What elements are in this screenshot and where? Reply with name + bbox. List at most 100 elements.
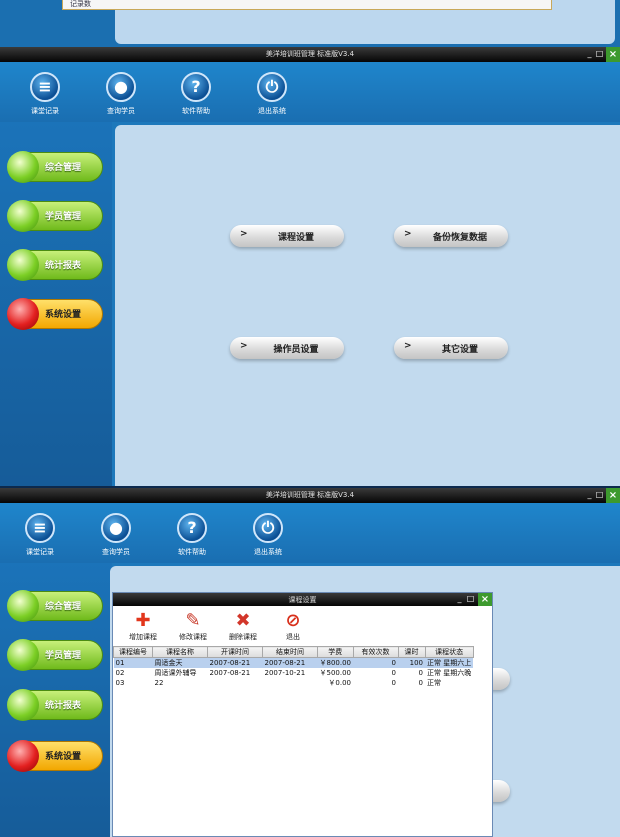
column-header[interactable]: 课时	[397, 646, 426, 658]
close-icon[interactable]: ×	[606, 47, 620, 62]
dialog-toolbar: ✚ 增加课程 ✎ 修改课程 ✖ 删除课程 ⊘ 退出	[113, 606, 492, 646]
document-icon: ≡	[30, 72, 60, 102]
maximize-icon[interactable]: □	[595, 49, 604, 59]
course-settings-dialog: 课程设置 _ □ × ✚ 增加课程 ✎ 修改课程 ✖ 删除课程 ⊘ 退出 课程编…	[112, 592, 493, 837]
table-cell: ￥800.00	[317, 657, 353, 668]
toolbar-class-records[interactable]: ≡ 课堂记录	[5, 513, 75, 557]
table-cell: 0	[418, 679, 423, 687]
course-settings-button[interactable]: > 课程设置	[230, 225, 344, 247]
stop-icon: ⊘	[285, 610, 301, 631]
title-bar: 美洋培训班管理 标准版V3.4 _ □ ×	[0, 488, 620, 503]
table-cell: 2007-08-21	[207, 657, 263, 668]
table-row[interactable]: 03 22 ￥0.00 0 0 正常	[114, 678, 474, 688]
tool-label: 增加课程	[129, 633, 157, 641]
window-title: 美洋培训班管理 标准版V3.4	[265, 50, 355, 58]
exit-dialog-button[interactable]: ⊘ 退出	[271, 610, 315, 642]
arrow-icon: >	[404, 341, 412, 351]
backup-restore-button[interactable]: > 备份恢复数据	[394, 225, 508, 247]
column-header[interactable]: 课程编号	[113, 646, 153, 658]
delete-course-button[interactable]: ✖ 删除课程	[221, 610, 265, 642]
person-icon: ●	[101, 513, 131, 543]
toolbar-exit[interactable]: ⏻ 退出系统	[233, 513, 303, 557]
toolbar: ≡ 课堂记录 ● 查询学员 ? 软件帮助 ⏻ 退出系统	[0, 62, 620, 122]
toolbar-label: 查询学员	[107, 107, 135, 115]
minimize-icon[interactable]: _	[585, 490, 594, 500]
main-window-settings: 美洋培训班管理 标准版V3.4 _ □ × ≡ 课堂记录 ● 查询学员 ? 软件…	[0, 47, 620, 486]
other-settings-button[interactable]: > 其它设置	[394, 337, 508, 359]
table-cell: 01	[113, 657, 153, 668]
nav-general-management[interactable]: 综合管理	[7, 151, 103, 183]
green-ball-icon	[7, 590, 39, 622]
nav-statistics[interactable]: 统计报表	[7, 689, 103, 721]
plus-icon: ✚	[135, 610, 151, 631]
column-header[interactable]: 结束时间	[262, 646, 318, 658]
nav-general-management[interactable]: 综合管理	[7, 590, 103, 622]
nav-label: 学员管理	[45, 212, 82, 222]
toolbar-exit[interactable]: ⏻ 退出系统	[237, 72, 307, 116]
green-ball-icon	[7, 200, 39, 232]
nav-student-management[interactable]: 学员管理	[7, 639, 103, 671]
toolbar-label: 退出系统	[258, 107, 286, 115]
previous-status-text: 记录数	[70, 0, 91, 8]
nav-label: 系统设置	[45, 752, 82, 762]
table-cell: 0	[391, 669, 396, 677]
window-title: 美洋培训班管理 标准版V3.4	[265, 491, 355, 499]
nav-label: 系统设置	[45, 310, 82, 320]
toolbar-help[interactable]: ? 软件帮助	[161, 72, 231, 116]
table-cell: 2007-08-21	[262, 657, 318, 668]
table-cell: 正常	[427, 679, 441, 687]
table-row[interactable]: 01 周适金天 2007-08-21 2007-08-21 ￥800.00 0 …	[113, 657, 474, 668]
toolbar-label: 软件帮助	[182, 107, 210, 115]
table-cell: 0	[391, 679, 396, 687]
settings-panel: > 课程设置 > 备份恢复数据 > 操作员设置 > 其它设置	[115, 125, 620, 486]
column-header[interactable]: 课程状态	[424, 646, 474, 658]
edit-course-button[interactable]: ✎ 修改课程	[171, 610, 215, 642]
table-cell: 100	[398, 657, 425, 668]
sidebar: 综合管理 学员管理 统计报表 系统设置	[0, 563, 112, 837]
nav-student-management[interactable]: 学员管理	[7, 200, 103, 232]
nav-system-settings[interactable]: 系统设置	[7, 740, 103, 772]
toolbar-class-records[interactable]: ≡ 课堂记录	[10, 72, 80, 116]
toolbar-search-students[interactable]: ● 查询学员	[86, 72, 156, 116]
add-course-button[interactable]: ✚ 增加课程	[121, 610, 165, 642]
button-label: 其它设置	[441, 345, 478, 355]
column-header[interactable]: 学费	[317, 646, 354, 658]
nav-label: 统计报表	[45, 261, 82, 271]
nav-statistics[interactable]: 统计报表	[7, 249, 103, 281]
column-header[interactable]: 有效次数	[352, 646, 399, 658]
help-icon: ?	[177, 513, 207, 543]
green-ball-icon	[7, 689, 39, 721]
nav-label: 综合管理	[45, 163, 82, 173]
document-icon: ≡	[25, 513, 55, 543]
nav-system-settings[interactable]: 系统设置	[7, 298, 103, 330]
close-icon[interactable]: ×	[606, 488, 620, 503]
table-cell: 22	[154, 679, 164, 687]
course-table: 课程编号 课程名称 开课时间 结束时间 学费 有效次数 课时 课程状态 01 周…	[113, 646, 474, 688]
column-header[interactable]: 开课时间	[207, 646, 263, 658]
minimize-icon[interactable]: _	[585, 49, 594, 59]
table-cell	[208, 678, 263, 688]
maximize-icon[interactable]: □	[595, 490, 604, 500]
operator-settings-button[interactable]: > 操作员设置	[230, 337, 344, 359]
table-cell: 0	[353, 657, 398, 668]
table-cell: 正常 星期六上	[425, 657, 474, 668]
tool-label: 修改课程	[179, 633, 207, 641]
table-cell: 周适课外辅导	[154, 669, 197, 677]
toolbar-search-students[interactable]: ● 查询学员	[81, 513, 151, 557]
toolbar-label: 查询学员	[102, 548, 130, 556]
table-cell: 2007-10-21	[264, 669, 306, 677]
power-icon: ⏻	[253, 513, 283, 543]
toolbar-help[interactable]: ? 软件帮助	[157, 513, 227, 557]
column-header[interactable]: 课程名称	[152, 646, 208, 658]
dialog-title: 课程设置	[288, 596, 317, 604]
table-cell: 03	[115, 679, 125, 687]
maximize-icon[interactable]: □	[466, 594, 475, 604]
nav-label: 学员管理	[45, 651, 82, 661]
table-cell: 正常 星期六晚	[427, 669, 472, 677]
close-icon[interactable]: ×	[478, 593, 492, 606]
button-label: 操作员设置	[273, 345, 319, 355]
minimize-icon[interactable]: _	[455, 594, 464, 604]
arrow-icon: >	[240, 229, 248, 239]
table-row[interactable]: 02 周适课外辅导 2007-08-21 2007-10-21 ￥500.00 …	[114, 668, 474, 678]
nav-label: 综合管理	[45, 602, 82, 612]
